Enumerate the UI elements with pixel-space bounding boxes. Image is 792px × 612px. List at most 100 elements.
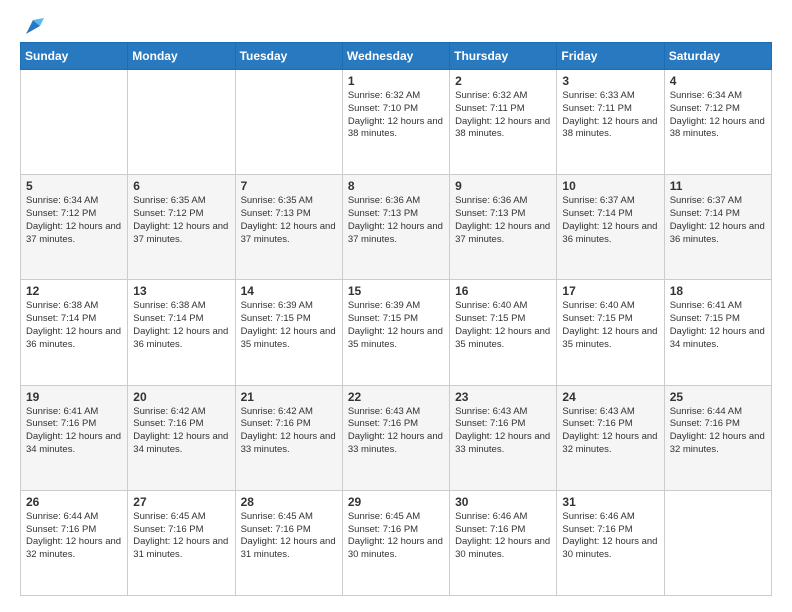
day-info: Sunrise: 6:35 AM Sunset: 7:12 PM Dayligh… [133, 195, 229, 246]
calendar-cell: 3 Sunrise: 6:33 AM Sunset: 7:11 PM Daylig… [557, 70, 664, 175]
calendar-cell: 9 Sunrise: 6:36 AM Sunset: 7:13 PM Daylig… [450, 175, 557, 280]
day-info: Sunrise: 6:36 AM Sunset: 7:13 PM Dayligh… [348, 195, 444, 246]
calendar-cell: 1 Sunrise: 6:32 AM Sunset: 7:10 PM Daylig… [342, 70, 449, 175]
day-info: Sunrise: 6:34 AM Sunset: 7:12 PM Dayligh… [670, 90, 766, 141]
calendar-cell: 30 Sunrise: 6:46 AM Sunset: 7:16 PM Dayli… [450, 490, 557, 595]
day-info: Sunrise: 6:43 AM Sunset: 7:16 PM Dayligh… [348, 406, 444, 457]
day-info: Sunrise: 6:32 AM Sunset: 7:11 PM Dayligh… [455, 90, 551, 141]
calendar-cell: 14 Sunrise: 6:39 AM Sunset: 7:15 PM Dayli… [235, 280, 342, 385]
calendar-cell: 21Sunrise: 6:42 AM Sunset: 7:16 PM Dayli… [235, 385, 342, 490]
day-info: Sunrise: 6:46 AM Sunset: 7:16 PM Dayligh… [562, 511, 658, 562]
day-number: 1 [348, 74, 444, 88]
calendar-cell: 20Sunrise: 6:42 AM Sunset: 7:16 PM Dayli… [128, 385, 235, 490]
day-info: Sunrise: 6:45 AM Sunset: 7:16 PM Dayligh… [241, 511, 337, 562]
col-header-friday: Friday [557, 43, 664, 70]
day-number: 31 [562, 495, 658, 509]
day-number: 29 [348, 495, 444, 509]
day-number: 16 [455, 284, 551, 298]
day-number: 8 [348, 179, 444, 193]
day-number: 14 [241, 284, 337, 298]
day-info: Sunrise: 6:33 AM Sunset: 7:11 PM Dayligh… [562, 90, 658, 141]
day-info: Sunrise: 6:45 AM Sunset: 7:16 PM Dayligh… [133, 511, 229, 562]
day-info: Sunrise: 6:43 AM Sunset: 7:16 PM Dayligh… [562, 406, 658, 457]
day-number: 2 [455, 74, 551, 88]
col-header-wednesday: Wednesday [342, 43, 449, 70]
col-header-thursday: Thursday [450, 43, 557, 70]
calendar-cell [664, 490, 771, 595]
day-number: 21 [241, 390, 337, 404]
day-number: 25 [670, 390, 766, 404]
day-info: Sunrise: 6:37 AM Sunset: 7:14 PM Dayligh… [562, 195, 658, 246]
calendar-header-row: SundayMondayTuesdayWednesdayThursdayFrid… [21, 43, 772, 70]
calendar-cell: 4Sunrise: 6:34 AM Sunset: 7:12 PM Daylig… [664, 70, 771, 175]
day-number: 22 [348, 390, 444, 404]
day-info: Sunrise: 6:34 AM Sunset: 7:12 PM Dayligh… [26, 195, 122, 246]
calendar-cell: 28 Sunrise: 6:45 AM Sunset: 7:16 PM Dayli… [235, 490, 342, 595]
day-info: Sunrise: 6:44 AM Sunset: 7:16 PM Dayligh… [26, 511, 122, 562]
calendar-cell: 26 Sunrise: 6:44 AM Sunset: 7:16 PM Dayli… [21, 490, 128, 595]
calendar-cell: 12 Sunrise: 6:38 AM Sunset: 7:14 PM Dayli… [21, 280, 128, 385]
calendar-cell: 5Sunrise: 6:34 AM Sunset: 7:12 PM Daylig… [21, 175, 128, 280]
calendar-cell: 8 Sunrise: 6:36 AM Sunset: 7:13 PM Daylig… [342, 175, 449, 280]
calendar-cell: 19 Sunrise: 6:41 AM Sunset: 7:16 PM Dayli… [21, 385, 128, 490]
calendar-cell: 13Sunrise: 6:38 AM Sunset: 7:14 PM Dayli… [128, 280, 235, 385]
day-info: Sunrise: 6:35 AM Sunset: 7:13 PM Dayligh… [241, 195, 337, 246]
day-number: 30 [455, 495, 551, 509]
calendar-week-row: 5Sunrise: 6:34 AM Sunset: 7:12 PM Daylig… [21, 175, 772, 280]
day-info: Sunrise: 6:46 AM Sunset: 7:16 PM Dayligh… [455, 511, 551, 562]
day-info: Sunrise: 6:45 AM Sunset: 7:16 PM Dayligh… [348, 511, 444, 562]
day-info: Sunrise: 6:38 AM Sunset: 7:14 PM Dayligh… [26, 300, 122, 351]
calendar-cell [235, 70, 342, 175]
calendar-week-row: 1 Sunrise: 6:32 AM Sunset: 7:10 PM Daylig… [21, 70, 772, 175]
day-number: 10 [562, 179, 658, 193]
day-info: Sunrise: 6:32 AM Sunset: 7:10 PM Dayligh… [348, 90, 444, 141]
calendar-cell: 16 Sunrise: 6:40 AM Sunset: 7:15 PM Dayli… [450, 280, 557, 385]
day-number: 28 [241, 495, 337, 509]
logo-icon [22, 16, 44, 38]
col-header-monday: Monday [128, 43, 235, 70]
calendar-cell: 31 Sunrise: 6:46 AM Sunset: 7:16 PM Dayli… [557, 490, 664, 595]
day-number: 9 [455, 179, 551, 193]
day-number: 13 [133, 284, 229, 298]
day-info: Sunrise: 6:39 AM Sunset: 7:15 PM Dayligh… [241, 300, 337, 351]
day-number: 15 [348, 284, 444, 298]
calendar-cell: 24Sunrise: 6:43 AM Sunset: 7:16 PM Dayli… [557, 385, 664, 490]
day-info: Sunrise: 6:40 AM Sunset: 7:15 PM Dayligh… [562, 300, 658, 351]
calendar-week-row: 26 Sunrise: 6:44 AM Sunset: 7:16 PM Dayli… [21, 490, 772, 595]
day-number: 23 [455, 390, 551, 404]
calendar-table: SundayMondayTuesdayWednesdayThursdayFrid… [20, 42, 772, 596]
calendar-cell: 15Sunrise: 6:39 AM Sunset: 7:15 PM Dayli… [342, 280, 449, 385]
calendar-cell: 22 Sunrise: 6:43 AM Sunset: 7:16 PM Dayli… [342, 385, 449, 490]
day-number: 26 [26, 495, 122, 509]
calendar-cell: 2 Sunrise: 6:32 AM Sunset: 7:11 PM Daylig… [450, 70, 557, 175]
day-info: Sunrise: 6:43 AM Sunset: 7:16 PM Dayligh… [455, 406, 551, 457]
col-header-saturday: Saturday [664, 43, 771, 70]
page: SundayMondayTuesdayWednesdayThursdayFrid… [0, 0, 792, 612]
col-header-tuesday: Tuesday [235, 43, 342, 70]
day-info: Sunrise: 6:41 AM Sunset: 7:15 PM Dayligh… [670, 300, 766, 351]
calendar-cell: 11Sunrise: 6:37 AM Sunset: 7:14 PM Dayli… [664, 175, 771, 280]
day-info: Sunrise: 6:44 AM Sunset: 7:16 PM Dayligh… [670, 406, 766, 457]
day-number: 18 [670, 284, 766, 298]
day-info: Sunrise: 6:37 AM Sunset: 7:14 PM Dayligh… [670, 195, 766, 246]
header [20, 16, 772, 32]
calendar-week-row: 12 Sunrise: 6:38 AM Sunset: 7:14 PM Dayli… [21, 280, 772, 385]
day-number: 20 [133, 390, 229, 404]
day-number: 19 [26, 390, 122, 404]
calendar-cell: 27 Sunrise: 6:45 AM Sunset: 7:16 PM Dayli… [128, 490, 235, 595]
calendar-cell: 23 Sunrise: 6:43 AM Sunset: 7:16 PM Dayli… [450, 385, 557, 490]
day-info: Sunrise: 6:41 AM Sunset: 7:16 PM Dayligh… [26, 406, 122, 457]
calendar-cell: 18 Sunrise: 6:41 AM Sunset: 7:15 PM Dayli… [664, 280, 771, 385]
day-number: 12 [26, 284, 122, 298]
col-header-sunday: Sunday [21, 43, 128, 70]
calendar-cell: 17 Sunrise: 6:40 AM Sunset: 7:15 PM Dayli… [557, 280, 664, 385]
day-info: Sunrise: 6:40 AM Sunset: 7:15 PM Dayligh… [455, 300, 551, 351]
calendar-cell [21, 70, 128, 175]
day-info: Sunrise: 6:36 AM Sunset: 7:13 PM Dayligh… [455, 195, 551, 246]
day-number: 27 [133, 495, 229, 509]
calendar-cell: 25 Sunrise: 6:44 AM Sunset: 7:16 PM Dayli… [664, 385, 771, 490]
calendar-cell [128, 70, 235, 175]
day-number: 17 [562, 284, 658, 298]
day-number: 6 [133, 179, 229, 193]
day-number: 3 [562, 74, 658, 88]
